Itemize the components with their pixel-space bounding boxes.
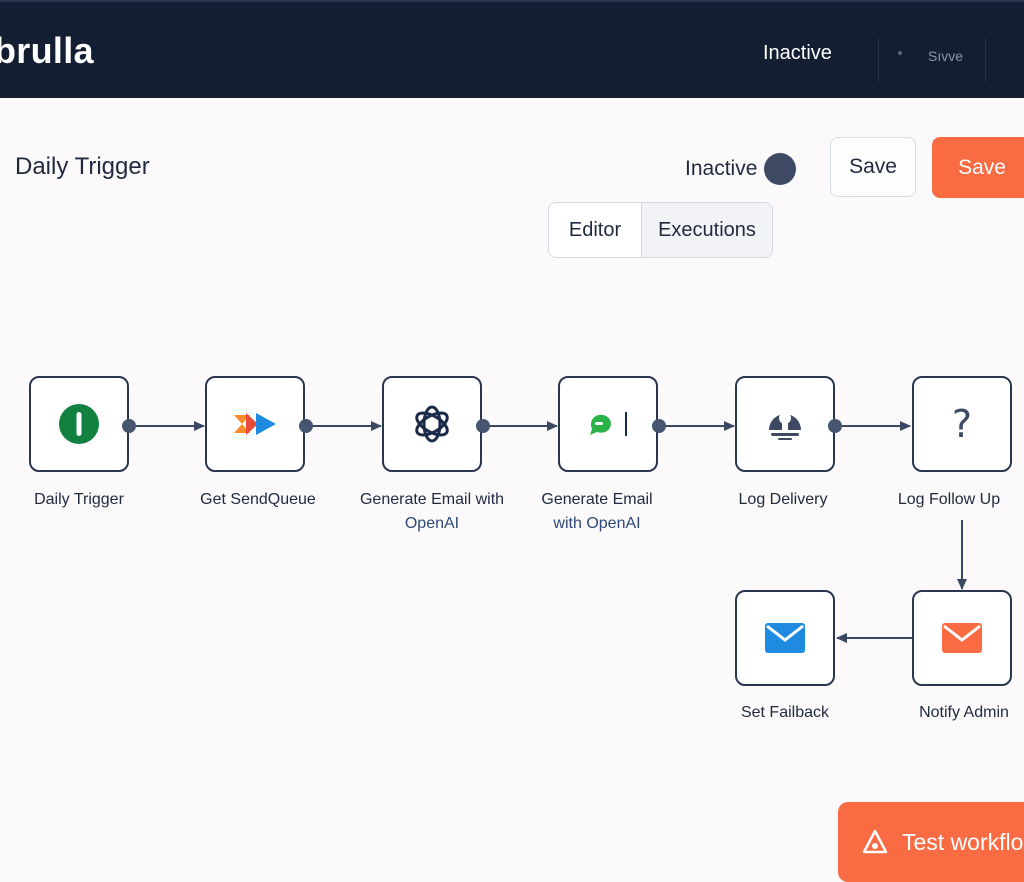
status-label: Inactive <box>685 157 758 180</box>
sendqueue-icon <box>234 413 276 435</box>
node-label-line: Set Failback <box>740 704 830 721</box>
node-label-line: Generate Email with <box>359 491 505 508</box>
node-label-line: Notify Admin <box>919 704 1009 721</box>
power-icon <box>59 404 99 444</box>
node-label-line: Daily Trigger <box>34 491 124 508</box>
node-generate-email-openai-2[interactable] <box>558 376 658 472</box>
tab-editor[interactable]: Editor <box>549 203 642 257</box>
workflow-connections <box>136 421 967 643</box>
output-handle[interactable] <box>299 419 313 433</box>
node-label: Generate Email with OpenAI <box>337 488 527 536</box>
output-handle[interactable] <box>652 419 666 433</box>
node-get-sendqueue[interactable] <box>205 376 305 472</box>
question-icon: ? <box>951 402 973 446</box>
node-generate-email-openai[interactable] <box>382 376 482 472</box>
node-label-line: OpenAI <box>404 515 460 532</box>
node-label-line: with OpenAI <box>553 515 641 532</box>
app-logo: brulla <box>0 30 94 71</box>
top-bar: brulla Inactive Sıvve <box>0 0 1024 98</box>
output-handle[interactable] <box>122 419 136 433</box>
tab-executions[interactable]: Executions <box>642 203 772 257</box>
node-set-failback[interactable] <box>735 590 835 686</box>
node-label-line: Generate Email <box>541 491 653 508</box>
node-log-delivery[interactable] <box>735 376 835 472</box>
output-handle[interactable] <box>828 419 842 433</box>
node-label-line: Log Delivery <box>738 491 828 508</box>
workflow-title: Daily Trigger <box>15 153 150 180</box>
node-label: Log Follow Up <box>869 488 1024 512</box>
node-label: Get SendQueue <box>163 488 353 512</box>
top-save-button[interactable]: Sıvve <box>928 48 963 64</box>
flask-icon <box>862 829 888 855</box>
save-button[interactable]: Save <box>830 137 916 197</box>
lamp-icon <box>769 412 801 440</box>
node-label: Daily Trigger <box>0 488 174 512</box>
node-daily-trigger[interactable] <box>29 376 129 472</box>
top-status-text: Inactive <box>763 42 832 64</box>
node-label-line: Get SendQueue <box>200 491 316 508</box>
active-toggle[interactable] <box>764 153 796 185</box>
mail-icon <box>942 623 982 653</box>
openai-icon <box>415 405 449 443</box>
node-label: Notify Admin <box>869 701 1024 725</box>
node-notify-admin[interactable] <box>912 590 1012 686</box>
dot-icon <box>898 51 902 55</box>
chat-bubble-icon <box>590 412 627 436</box>
view-tabs: Editor Executions <box>548 202 773 258</box>
node-log-follow-up[interactable]: ? <box>912 376 1012 472</box>
output-handle[interactable] <box>476 419 490 433</box>
mail-icon <box>765 623 805 653</box>
top-divider <box>985 38 986 82</box>
save-primary-button[interactable]: Save <box>932 137 1024 198</box>
top-divider <box>878 38 879 82</box>
test-workflow-button[interactable]: Test workflo <box>838 802 1024 882</box>
node-label: Set Failback <box>690 701 880 725</box>
test-workflow-label: Test workflo <box>902 828 1024 855</box>
node-label: Log Delivery <box>688 488 878 512</box>
node-label: Generate Email with OpenAI <box>502 488 692 536</box>
node-label-line: Log Follow Up <box>897 491 1001 508</box>
